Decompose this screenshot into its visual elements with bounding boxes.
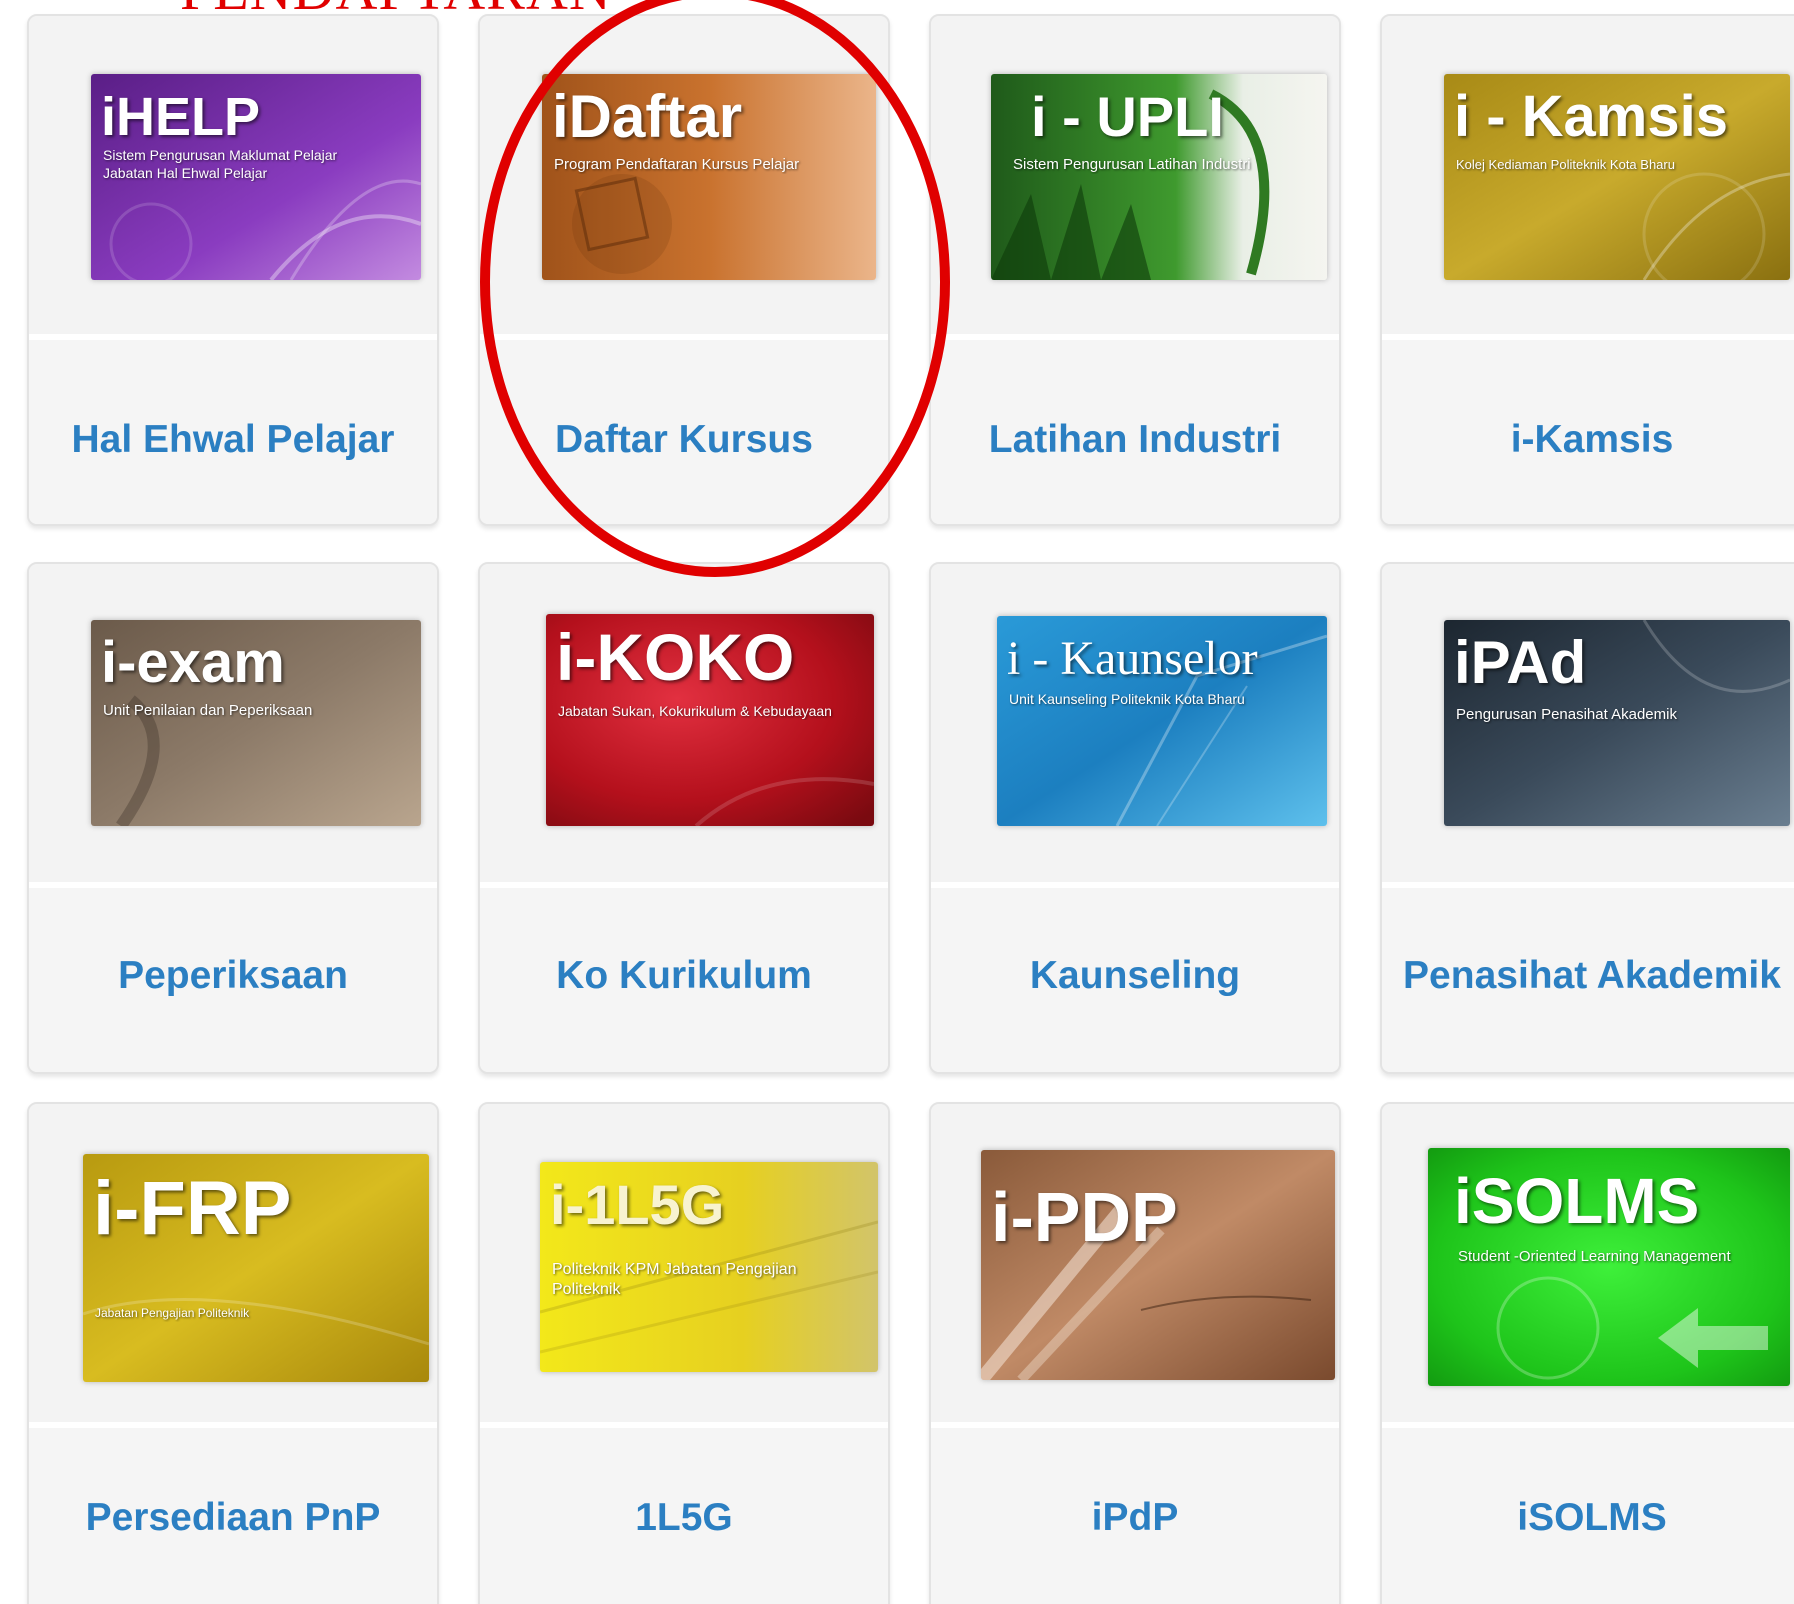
tile-latihan-industri[interactable]: i - UPLI Sistem Pengurusan Latihan Indus… bbox=[929, 14, 1341, 526]
isolms-banner-icon: iSOLMS Student -Oriented Learning Manage… bbox=[1428, 1148, 1790, 1386]
tile-penasihat-akademik[interactable]: iPAd Pengurusan Penasihat Akademik Penas… bbox=[1380, 562, 1794, 1074]
tile-label[interactable]: Penasihat Akademik bbox=[1382, 954, 1794, 998]
tile-label[interactable]: Kaunseling bbox=[931, 954, 1339, 998]
tile-label[interactable]: Latihan Industri bbox=[931, 418, 1339, 462]
tile-label[interactable]: Peperiksaan bbox=[29, 954, 437, 998]
tile-label[interactable]: Ko Kurikulum bbox=[480, 954, 888, 998]
tile-persediaan-pnp[interactable]: i-FRP Jabatan Pengajian Politeknik Perse… bbox=[27, 1102, 439, 1604]
ikaunselor-banner-icon: i - Kaunselor Unit Kaunseling Politeknik… bbox=[997, 616, 1327, 826]
tile-ko-kurikulum[interactable]: i-KOKO Jabatan Sukan, Kokurikulum & Kebu… bbox=[478, 562, 890, 1074]
tile-label[interactable]: iSOLMS bbox=[1382, 1496, 1794, 1540]
tile-i-kamsis[interactable]: i - Kamsis Kolej Kediaman Politeknik Kot… bbox=[1380, 14, 1794, 526]
tile-label[interactable]: Daftar Kursus bbox=[480, 418, 888, 462]
ifrp-banner-icon: i-FRP Jabatan Pengajian Politeknik bbox=[83, 1154, 429, 1382]
ipad-banner-icon: iPAd Pengurusan Penasihat Akademik bbox=[1444, 620, 1790, 826]
tile-daftar-kursus[interactable]: iDaftar Program Pendaftaran Kursus Pelaj… bbox=[478, 14, 890, 526]
tile-ipdp[interactable]: i-PDP iPdP bbox=[929, 1102, 1341, 1604]
portal-page: PENDAFTARAN iHELP Sistem Pengurusan Makl… bbox=[0, 0, 1794, 1604]
ihelp-banner-icon: iHELP Sistem Pengurusan Maklumat Pelajar… bbox=[91, 74, 421, 280]
ikamsis-banner-icon: i - Kamsis Kolej Kediaman Politeknik Kot… bbox=[1444, 74, 1790, 280]
iupli-banner-icon: i - UPLI Sistem Pengurusan Latihan Indus… bbox=[991, 74, 1327, 280]
iexam-banner-icon: i-exam Unit Penilaian dan Peperiksaan bbox=[91, 620, 421, 826]
tile-grid: iHELP Sistem Pengurusan Maklumat Pelajar… bbox=[0, 0, 1794, 1604]
tile-hal-ehwal-pelajar[interactable]: iHELP Sistem Pengurusan Maklumat Pelajar… bbox=[27, 14, 439, 526]
ikoko-banner-icon: i-KOKO Jabatan Sukan, Kokurikulum & Kebu… bbox=[546, 614, 874, 826]
tile-label[interactable]: iPdP bbox=[931, 1496, 1339, 1540]
tile-isolms[interactable]: iSOLMS Student -Oriented Learning Manage… bbox=[1380, 1102, 1794, 1604]
ipdp-banner-icon: i-PDP bbox=[981, 1150, 1335, 1380]
tile-kaunseling[interactable]: i - Kaunselor Unit Kaunseling Politeknik… bbox=[929, 562, 1341, 1074]
tile-label[interactable]: 1L5G bbox=[480, 1496, 888, 1540]
i1l5g-banner-icon: i-1L5G Politeknik KPM Jabatan Pengajian … bbox=[540, 1162, 878, 1372]
tile-label[interactable]: i-Kamsis bbox=[1382, 418, 1794, 462]
idaftar-banner-icon: iDaftar Program Pendaftaran Kursus Pelaj… bbox=[542, 74, 876, 280]
tile-1l5g[interactable]: i-1L5G Politeknik KPM Jabatan Pengajian … bbox=[478, 1102, 890, 1604]
tile-peperiksaan[interactable]: i-exam Unit Penilaian dan Peperiksaan Pe… bbox=[27, 562, 439, 1074]
tile-label[interactable]: Hal Ehwal Pelajar bbox=[29, 418, 437, 462]
tile-label[interactable]: Persediaan PnP bbox=[29, 1496, 437, 1540]
